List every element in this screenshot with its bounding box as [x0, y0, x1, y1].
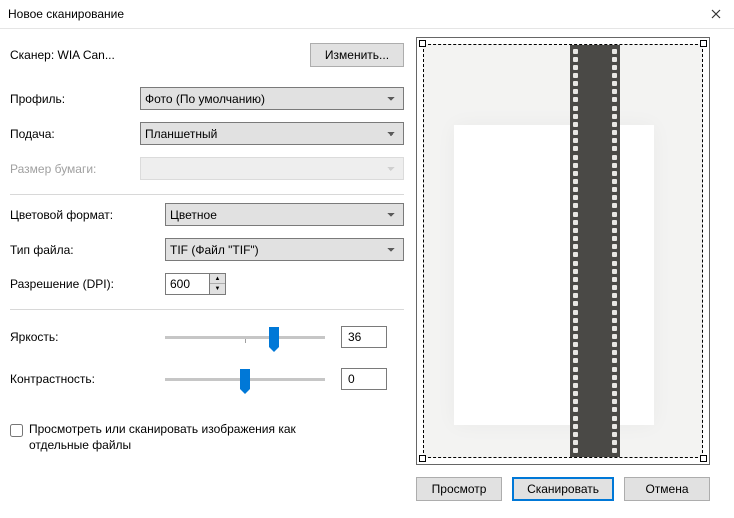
change-scanner-button[interactable]: Изменить... — [310, 43, 404, 67]
dpi-down-icon[interactable]: ▼ — [210, 284, 225, 294]
separator — [10, 194, 404, 195]
paper-size-label: Размер бумаги: — [10, 162, 140, 176]
brightness-input[interactable] — [341, 326, 387, 348]
separator — [10, 309, 404, 310]
dpi-stepper[interactable]: ▲ ▼ — [165, 273, 226, 295]
preview-button[interactable]: Просмотр — [416, 477, 502, 501]
preview-selection[interactable] — [423, 44, 703, 458]
window-title: Новое сканирование — [8, 7, 124, 21]
contrast-input[interactable] — [341, 368, 387, 390]
file-type-label: Тип файла: — [10, 243, 165, 257]
source-select[interactable]: Планшетный — [140, 122, 404, 145]
separate-files-label: Просмотреть или сканировать изображения … — [29, 422, 329, 453]
scan-button[interactable]: Сканировать — [512, 477, 614, 501]
color-format-label: Цветовой формат: — [10, 208, 165, 222]
close-icon[interactable] — [708, 6, 724, 22]
profile-select[interactable]: Фото (По умолчанию) — [140, 87, 404, 110]
paper-size-select — [140, 157, 404, 180]
preview-filmstrip — [570, 45, 620, 457]
titlebar: Новое сканирование — [0, 0, 734, 29]
brightness-slider[interactable] — [165, 326, 325, 348]
scanner-label: Сканер: WIA Can... — [10, 48, 115, 62]
preview-area[interactable] — [416, 37, 710, 465]
cancel-button[interactable]: Отмена — [624, 477, 710, 501]
footer-buttons: Просмотр Сканировать Отмена — [416, 465, 724, 501]
file-type-select[interactable]: TIF (Файл "TIF") — [165, 238, 404, 261]
source-label: Подача: — [10, 127, 140, 141]
separate-files-checkbox[interactable] — [10, 424, 23, 437]
settings-panel: Сканер: WIA Can... Изменить... Профиль: … — [10, 37, 404, 501]
preview-background — [454, 125, 654, 425]
crop-handle-br[interactable] — [700, 455, 707, 462]
dpi-input[interactable] — [165, 273, 209, 295]
crop-handle-tr[interactable] — [700, 40, 707, 47]
crop-handle-bl[interactable] — [419, 455, 426, 462]
brightness-label: Яркость: — [10, 330, 165, 344]
profile-label: Профиль: — [10, 92, 140, 106]
dpi-up-icon[interactable]: ▲ — [210, 274, 225, 284]
contrast-slider[interactable] — [165, 368, 325, 390]
color-format-select[interactable]: Цветное — [165, 203, 404, 226]
crop-handle-tl[interactable] — [419, 40, 426, 47]
contrast-label: Контрастность: — [10, 372, 165, 386]
dpi-label: Разрешение (DPI): — [10, 277, 165, 291]
